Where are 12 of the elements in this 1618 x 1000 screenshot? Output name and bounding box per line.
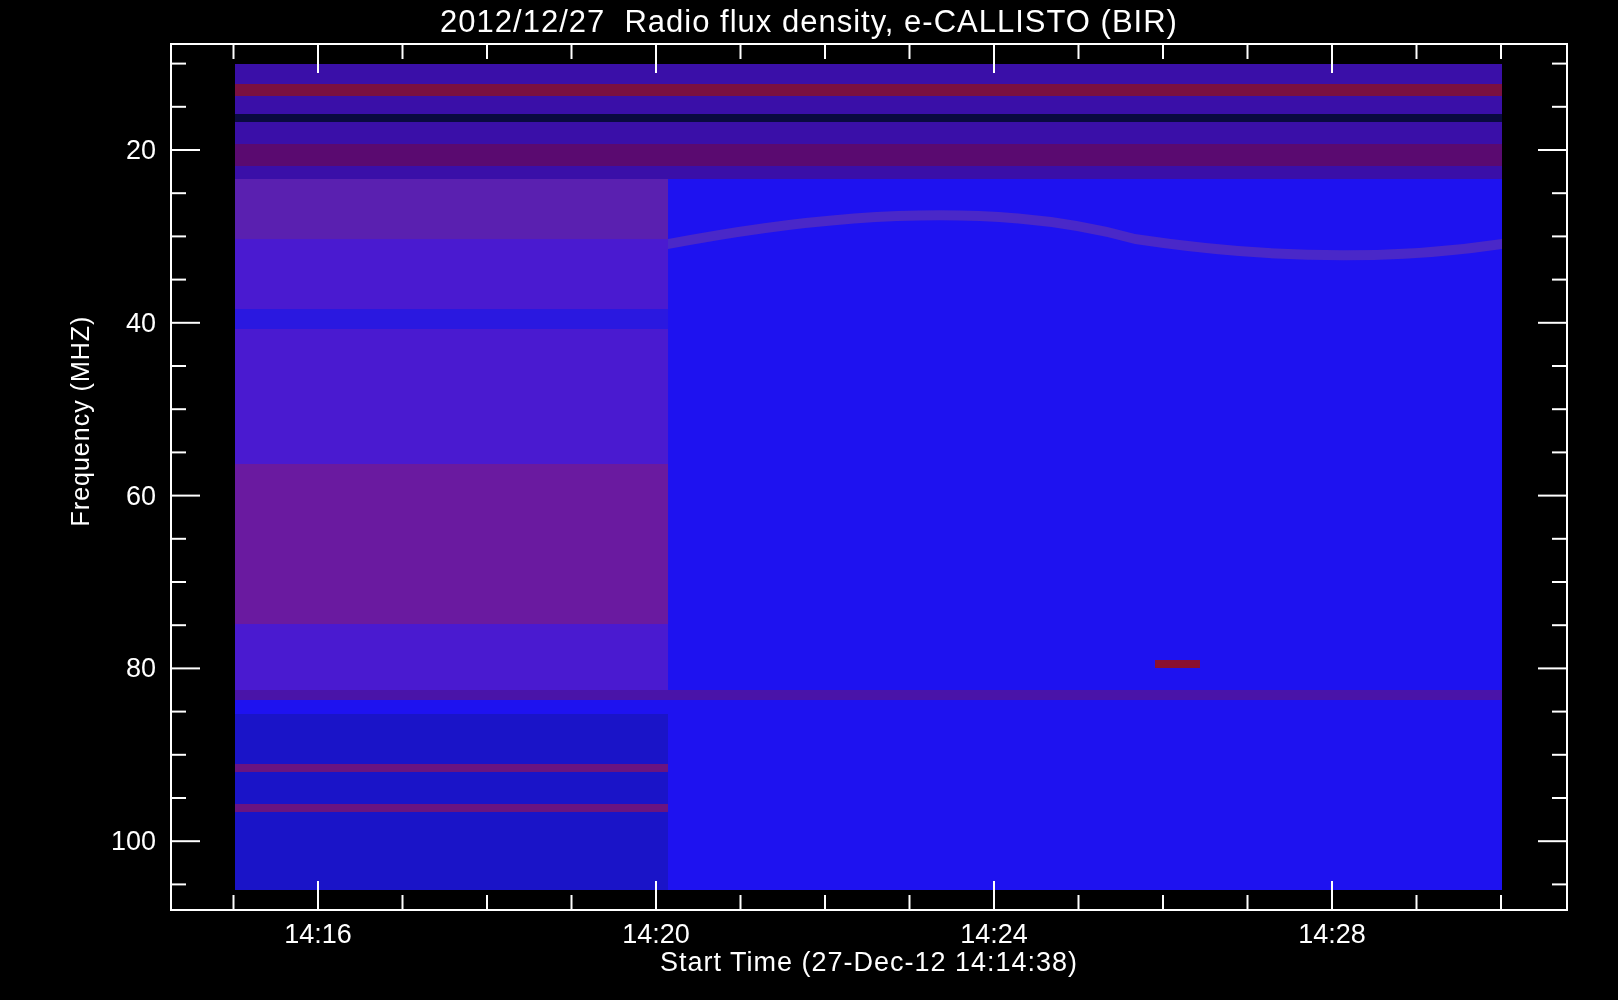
y-axis-label: Frequency (MHZ): [65, 315, 95, 527]
y-tick-label: 60: [125, 480, 156, 512]
y-tick-label: 40: [125, 307, 156, 339]
x-tick-label: 14:28: [1298, 919, 1366, 950]
plot-title: 2012/12/27 Radio flux density, e-CALLISTO (BIR): [439, 2, 1179, 41]
y-tick-label: 80: [125, 652, 156, 684]
x-tick-label: 14:24: [960, 919, 1028, 950]
y-tick-label: 100: [110, 825, 156, 857]
x-tick-label: 14:16: [284, 919, 352, 950]
y-tick-label: 20: [125, 134, 156, 166]
x-axis-label: Start Time (27-Dec-12 14:14:38): [659, 947, 1079, 978]
x-tick-label: 14:20: [622, 919, 690, 950]
